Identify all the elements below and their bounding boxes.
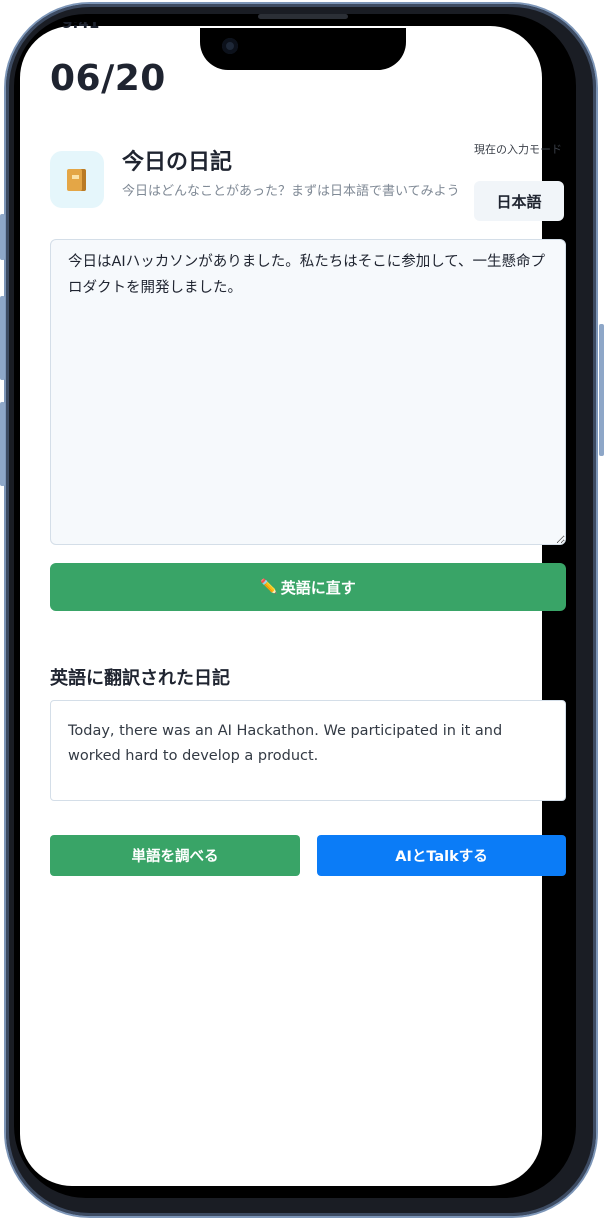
translate-button-label: 英語に直す [280,578,356,597]
status-time: 9:41 [62,22,100,32]
volume-up-button [0,296,5,380]
translate-to-english-button[interactable]: ✏️ 英語に直す [50,563,566,611]
camera-icon [222,38,238,54]
input-mode-toggle[interactable]: 日本語 [474,181,564,221]
diary-textarea[interactable]: 今日はAIハッカソンがありました。私たちはそこに参加して、一生懸命プロダクトを開… [50,239,566,545]
notebook-icon [67,169,86,191]
page-subtitle: 今日はどんなことがあった？まずは日本語で書いてみよう [122,184,460,199]
mute-switch [0,214,5,260]
volume-down-button [0,402,5,486]
translation-output: Today, there was an AI Hackathon. We par… [50,700,566,801]
pencil-icon: ✏️ [260,579,278,595]
input-mode-label: 現在の入力モード [474,143,562,156]
translation-heading: 英語に翻訳された日記 [50,668,230,689]
speaker-grille [258,14,348,19]
status-bar: 9:41 [52,22,172,34]
date-heading: 06/20 [50,58,166,99]
talk-with-ai-button[interactable]: AIとTalkする [317,835,566,876]
lookup-words-button[interactable]: 単語を調べる [50,835,300,876]
diary-icon-tile [50,151,104,208]
power-button [599,324,604,456]
page-title: 今日の日記 [122,150,233,175]
